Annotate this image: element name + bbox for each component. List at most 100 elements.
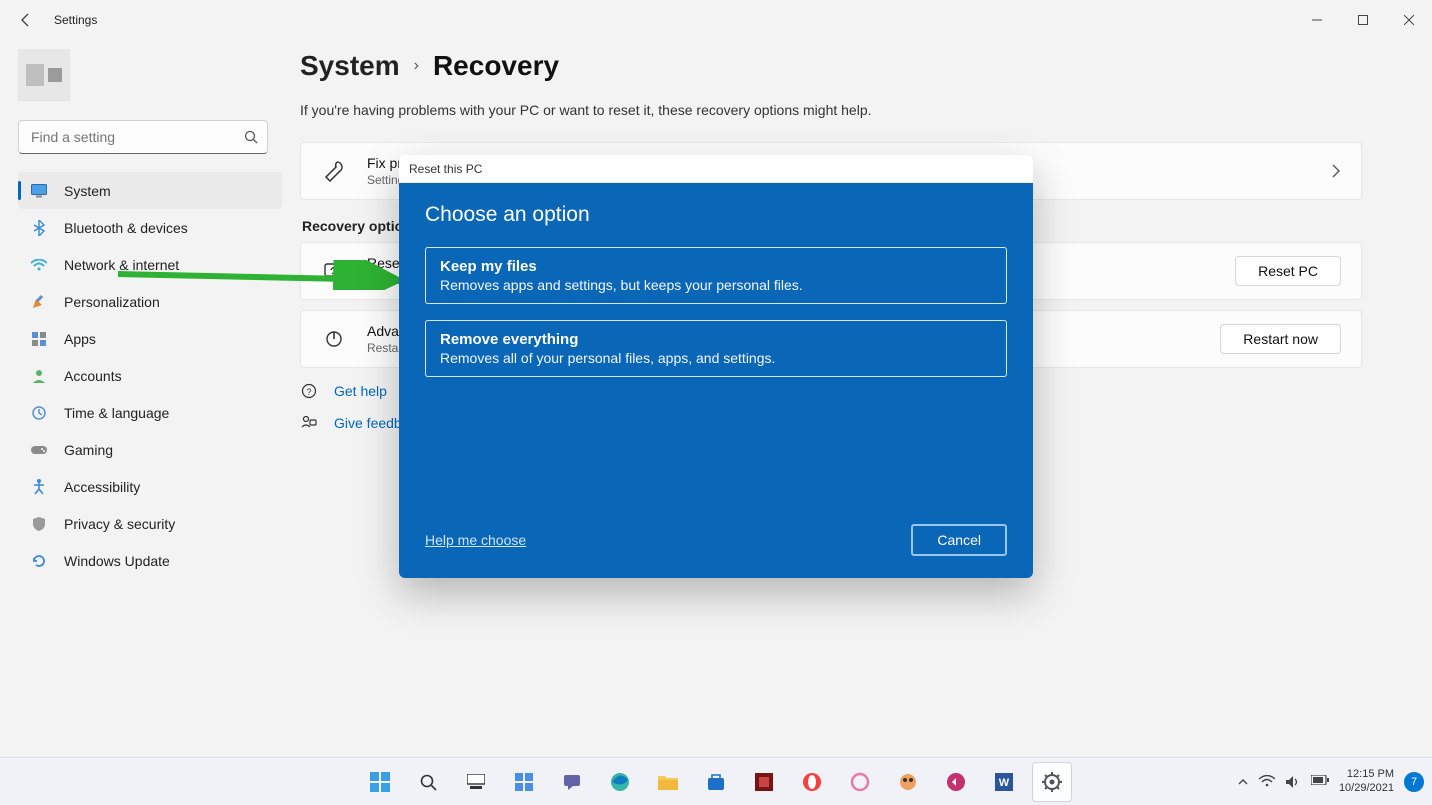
bluetooth-icon	[30, 219, 48, 237]
svg-text:W: W	[999, 777, 1010, 789]
edge-icon[interactable]	[600, 762, 640, 802]
window-controls	[1294, 4, 1432, 36]
maximize-button[interactable]	[1340, 4, 1386, 36]
reset-pc-button[interactable]: Reset PC	[1235, 256, 1341, 286]
app-pink-icon[interactable]	[840, 762, 880, 802]
titlebar: Settings	[0, 0, 1432, 40]
breadcrumb: System › Recovery	[300, 50, 1362, 82]
option-desc: Removes all of your personal files, apps…	[440, 350, 992, 366]
accounts-icon	[30, 367, 48, 385]
taskbar: W 12:15 PM 10/29/2021 7	[0, 757, 1432, 805]
sidebar-item-time[interactable]: Time & language	[18, 394, 282, 431]
personalization-icon	[30, 293, 48, 311]
start-button[interactable]	[360, 762, 400, 802]
sidebar-item-network[interactable]: Network & internet	[18, 246, 282, 283]
tray-chevron-icon[interactable]	[1237, 776, 1249, 788]
dialog-heading: Choose an option	[425, 203, 1007, 227]
chevron-right-icon	[1331, 164, 1341, 178]
chat-icon[interactable]	[552, 762, 592, 802]
breadcrumb-parent[interactable]: System	[300, 50, 400, 82]
sidebar-item-label: System	[64, 183, 111, 199]
time-icon	[30, 404, 48, 422]
close-button[interactable]	[1386, 4, 1432, 36]
sidebar-item-label: Windows Update	[64, 553, 170, 569]
app-magenta-icon[interactable]	[936, 762, 976, 802]
explorer-icon[interactable]	[648, 762, 688, 802]
taskbar-right: 12:15 PM 10/29/2021 7	[1237, 768, 1424, 794]
sidebar-item-update[interactable]: Windows Update	[18, 542, 282, 579]
store-icon[interactable]	[696, 762, 736, 802]
network-icon	[30, 256, 48, 274]
option-desc: Removes apps and settings, but keeps you…	[440, 277, 992, 293]
wifi-icon	[1259, 775, 1275, 789]
sidebar-item-bluetooth[interactable]: Bluetooth & devices	[18, 209, 282, 246]
shield-icon	[30, 515, 48, 533]
option-keep-files[interactable]: Keep my files Removes apps and settings,…	[425, 247, 1007, 304]
window-title: Settings	[54, 13, 97, 27]
sidebar-item-system[interactable]: System	[18, 172, 282, 209]
app-orange-icon[interactable]	[888, 762, 928, 802]
system-icon	[30, 182, 48, 200]
sidebar-item-apps[interactable]: Apps	[18, 320, 282, 357]
opera-icon[interactable]	[792, 762, 832, 802]
back-button[interactable]	[16, 10, 36, 30]
get-help-link[interactable]: Get help	[334, 383, 387, 399]
notification-badge[interactable]: 7	[1404, 772, 1424, 792]
wrench-icon	[321, 158, 347, 184]
sidebar-item-accessibility[interactable]: Accessibility	[18, 468, 282, 505]
sidebar: System Bluetooth & devices Network & int…	[0, 40, 300, 757]
sidebar-item-label: Network & internet	[64, 257, 179, 273]
cancel-button[interactable]: Cancel	[911, 524, 1007, 556]
volume-icon	[1285, 775, 1301, 789]
widgets-icon[interactable]	[504, 762, 544, 802]
restart-now-button[interactable]: Restart now	[1220, 324, 1341, 354]
battery-icon	[1311, 775, 1329, 789]
sidebar-item-label: Personalization	[64, 294, 160, 310]
sidebar-item-label: Accounts	[64, 368, 122, 384]
reset-pc-dialog: Reset this PC Choose an option Keep my f…	[399, 155, 1033, 578]
accessibility-icon	[30, 478, 48, 496]
sidebar-item-label: Apps	[64, 331, 96, 347]
sidebar-item-label: Time & language	[64, 405, 169, 421]
option-title: Remove everything	[440, 331, 992, 348]
sidebar-item-personalization[interactable]: Personalization	[18, 283, 282, 320]
reset-icon	[321, 258, 347, 284]
search-icon	[244, 130, 258, 144]
sidebar-item-label: Accessibility	[64, 479, 140, 495]
avatar	[18, 49, 70, 101]
power-icon	[321, 326, 347, 352]
minimize-button[interactable]	[1294, 4, 1340, 36]
taskbar-clock[interactable]: 12:15 PM 10/29/2021	[1339, 768, 1394, 794]
search-field[interactable]	[18, 120, 268, 154]
page-title: Recovery	[433, 50, 559, 82]
svg-text:?: ?	[306, 387, 311, 397]
clock-time: 12:15 PM	[1339, 768, 1394, 781]
account-block[interactable]	[18, 50, 268, 100]
help-icon: ?	[300, 382, 318, 400]
sidebar-item-label: Gaming	[64, 442, 113, 458]
settings-taskbar-icon[interactable]	[1032, 762, 1072, 802]
word-icon[interactable]: W	[984, 762, 1024, 802]
sidebar-item-privacy[interactable]: Privacy & security	[18, 505, 282, 542]
clock-date: 10/29/2021	[1339, 782, 1394, 795]
gaming-icon	[30, 441, 48, 459]
option-title: Keep my files	[440, 258, 992, 275]
apps-icon	[30, 330, 48, 348]
sidebar-item-accounts[interactable]: Accounts	[18, 357, 282, 394]
taskbar-center: W	[360, 762, 1072, 802]
sidebar-item-label: Privacy & security	[64, 516, 175, 532]
search-input[interactable]	[18, 120, 268, 154]
task-view-icon[interactable]	[456, 762, 496, 802]
chevron-right-icon: ›	[414, 57, 419, 75]
option-remove-everything[interactable]: Remove everything Removes all of your pe…	[425, 320, 1007, 377]
app-red-icon[interactable]	[744, 762, 784, 802]
feedback-icon	[300, 414, 318, 432]
help-me-choose-link[interactable]: Help me choose	[425, 532, 526, 548]
taskbar-search-icon[interactable]	[408, 762, 448, 802]
update-icon	[30, 552, 48, 570]
system-tray[interactable]	[1259, 775, 1329, 789]
dialog-window-title: Reset this PC	[399, 155, 1033, 183]
sidebar-item-gaming[interactable]: Gaming	[18, 431, 282, 468]
sidebar-item-label: Bluetooth & devices	[64, 220, 188, 236]
page-lead: If you're having problems with your PC o…	[300, 102, 1362, 118]
